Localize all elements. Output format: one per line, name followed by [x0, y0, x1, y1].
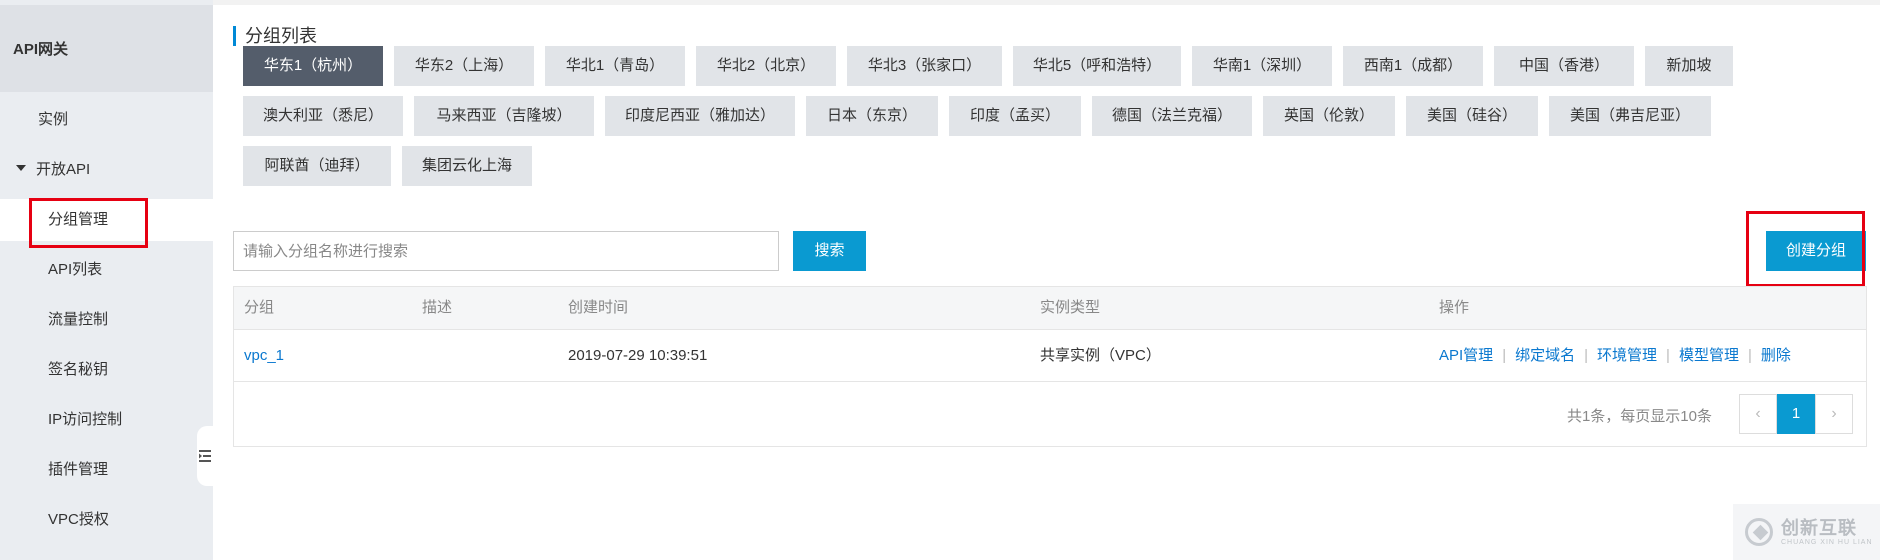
region-tab-dubai[interactable]: 阿联酋（迪拜）	[243, 146, 391, 186]
sidebar-item-label: 流量控制	[48, 311, 109, 328]
region-tab-group-cloud-shanghai[interactable]: 集团云化上海	[402, 146, 532, 186]
sidebar-item-label: 开放API	[36, 161, 91, 178]
sidebar-item-label: API列表	[48, 261, 103, 278]
region-tab-frankfurt[interactable]: 德国（法兰克福）	[1092, 96, 1252, 136]
collapse-sidebar-icon	[199, 450, 211, 462]
region-tab-sydney[interactable]: 澳大利亚（悉尼）	[243, 96, 403, 136]
pagination-next-button[interactable]: ›	[1815, 394, 1853, 434]
sidebar-title: API网关	[0, 5, 213, 92]
pagination-prev-button[interactable]: ‹	[1739, 394, 1777, 434]
highlight-box-create-group	[1746, 211, 1865, 287]
sidebar: API网关 实例 开放API 分组管理 API列表 流量控制 签名秘钥 IP访问…	[0, 0, 213, 560]
region-tab-qingdao[interactable]: 华北1（青岛）	[545, 46, 685, 86]
separator: |	[1502, 347, 1507, 364]
region-tab-virginia[interactable]: 美国（弗吉尼亚）	[1549, 96, 1711, 136]
created-time: 2019-07-29 10:39:51	[568, 347, 708, 364]
page-title: 分组列表	[233, 26, 317, 46]
sidebar-item-instances[interactable]: 实例	[0, 99, 213, 141]
sidebar-collapse-toggle[interactable]	[197, 426, 213, 486]
api-management-link[interactable]: API管理	[1439, 347, 1493, 364]
region-tab-tokyo[interactable]: 日本（东京）	[806, 96, 938, 136]
separator: |	[1666, 347, 1670, 364]
table-row: vpc_1 2019-07-29 10:39:51 共享实例（VPC） API管…	[234, 330, 1866, 382]
instance-type: 共享实例（VPC）	[1040, 347, 1161, 364]
column-header-instance-type: 实例类型	[1040, 299, 1101, 316]
sidebar-item-plugin-management[interactable]: 插件管理	[0, 449, 213, 491]
pagination-current-page[interactable]: 1	[1777, 394, 1815, 434]
group-table: 分组 描述 创建时间 实例类型 操作 vpc_1 2019-07-29 10:3…	[233, 286, 1867, 447]
sidebar-item-ip-access-control[interactable]: IP访问控制	[0, 399, 213, 441]
pagination-summary: 共1条，每页显示10条	[1566, 408, 1712, 425]
region-tab-hongkong[interactable]: 中国（香港）	[1494, 46, 1634, 86]
separator: |	[1584, 347, 1589, 364]
sidebar-group-open-api[interactable]: 开放API	[0, 149, 213, 191]
region-tab-zhangjiakou[interactable]: 华北3（张家口）	[847, 46, 1002, 86]
sidebar-item-vpc-authorization[interactable]: VPC授权	[0, 499, 213, 541]
watermark-cn: 创新互联	[1781, 517, 1857, 538]
watermark-en: CHUANG XIN HU LIAN	[1781, 538, 1873, 546]
bind-domain-link[interactable]: 绑定域名	[1515, 347, 1575, 364]
sidebar-item-traffic-control[interactable]: 流量控制	[0, 299, 213, 341]
delete-link[interactable]: 删除	[1761, 347, 1791, 364]
sidebar-item-label: VPC授权	[48, 511, 109, 528]
group-name-link[interactable]: vpc_1	[244, 330, 284, 381]
sidebar-item-label: 签名秘钥	[48, 361, 109, 378]
region-tab-mumbai[interactable]: 印度（孟买）	[949, 96, 1081, 136]
region-tab-hangzhou[interactable]: 华东1（杭州）	[243, 46, 383, 86]
column-header-group: 分组	[244, 299, 275, 316]
watermark-text: 创新互联 CHUANG XIN HU LIAN	[1781, 518, 1873, 547]
region-tab-kuala-lumpur[interactable]: 马来西亚（吉隆坡）	[414, 96, 594, 136]
sidebar-item-api-list[interactable]: API列表	[0, 249, 213, 291]
column-header-description: 描述	[422, 299, 453, 316]
region-tab-singapore[interactable]: 新加坡	[1645, 46, 1733, 86]
top-bar	[213, 0, 1880, 5]
watermark: 创新互联 CHUANG XIN HU LIAN	[1733, 504, 1880, 560]
caret-down-icon	[16, 165, 26, 172]
region-tab-silicon-valley[interactable]: 美国（硅谷）	[1406, 96, 1538, 136]
watermark-logo-icon	[1745, 518, 1773, 546]
search-button[interactable]: 搜索	[793, 231, 866, 271]
region-tab-shenzhen[interactable]: 华南1（深圳）	[1192, 46, 1332, 86]
region-tab-shanghai[interactable]: 华东2（上海）	[394, 46, 534, 86]
separator: |	[1747, 347, 1752, 364]
sidebar-item-label: IP访问控制	[48, 411, 123, 428]
environment-management-link[interactable]: 环境管理	[1597, 347, 1657, 364]
table-header: 分组 描述 创建时间 实例类型 操作	[234, 287, 1866, 330]
sidebar-item-signature-keys[interactable]: 签名秘钥	[0, 349, 213, 391]
region-tab-london[interactable]: 英国（伦敦）	[1263, 96, 1395, 136]
row-operations: API管理 | 绑定域名 | 环境管理 | 模型管理 | 删除	[1439, 330, 1791, 381]
highlight-box-group-management	[29, 198, 148, 248]
sidebar-item-label: 实例	[38, 111, 69, 128]
column-header-operations: 操作	[1439, 299, 1470, 316]
column-header-created-time: 创建时间	[568, 299, 629, 316]
region-tab-chengdu[interactable]: 西南1（成都）	[1343, 46, 1483, 86]
search-input[interactable]	[233, 231, 779, 271]
region-tab-jakarta[interactable]: 印度尼西亚（雅加达）	[605, 96, 795, 136]
sidebar-item-label: 插件管理	[48, 461, 109, 478]
region-tab-beijing[interactable]: 华北2（北京）	[696, 46, 836, 86]
region-tab-hohhot[interactable]: 华北5（呼和浩特）	[1013, 46, 1181, 86]
model-management-link[interactable]: 模型管理	[1679, 347, 1739, 364]
